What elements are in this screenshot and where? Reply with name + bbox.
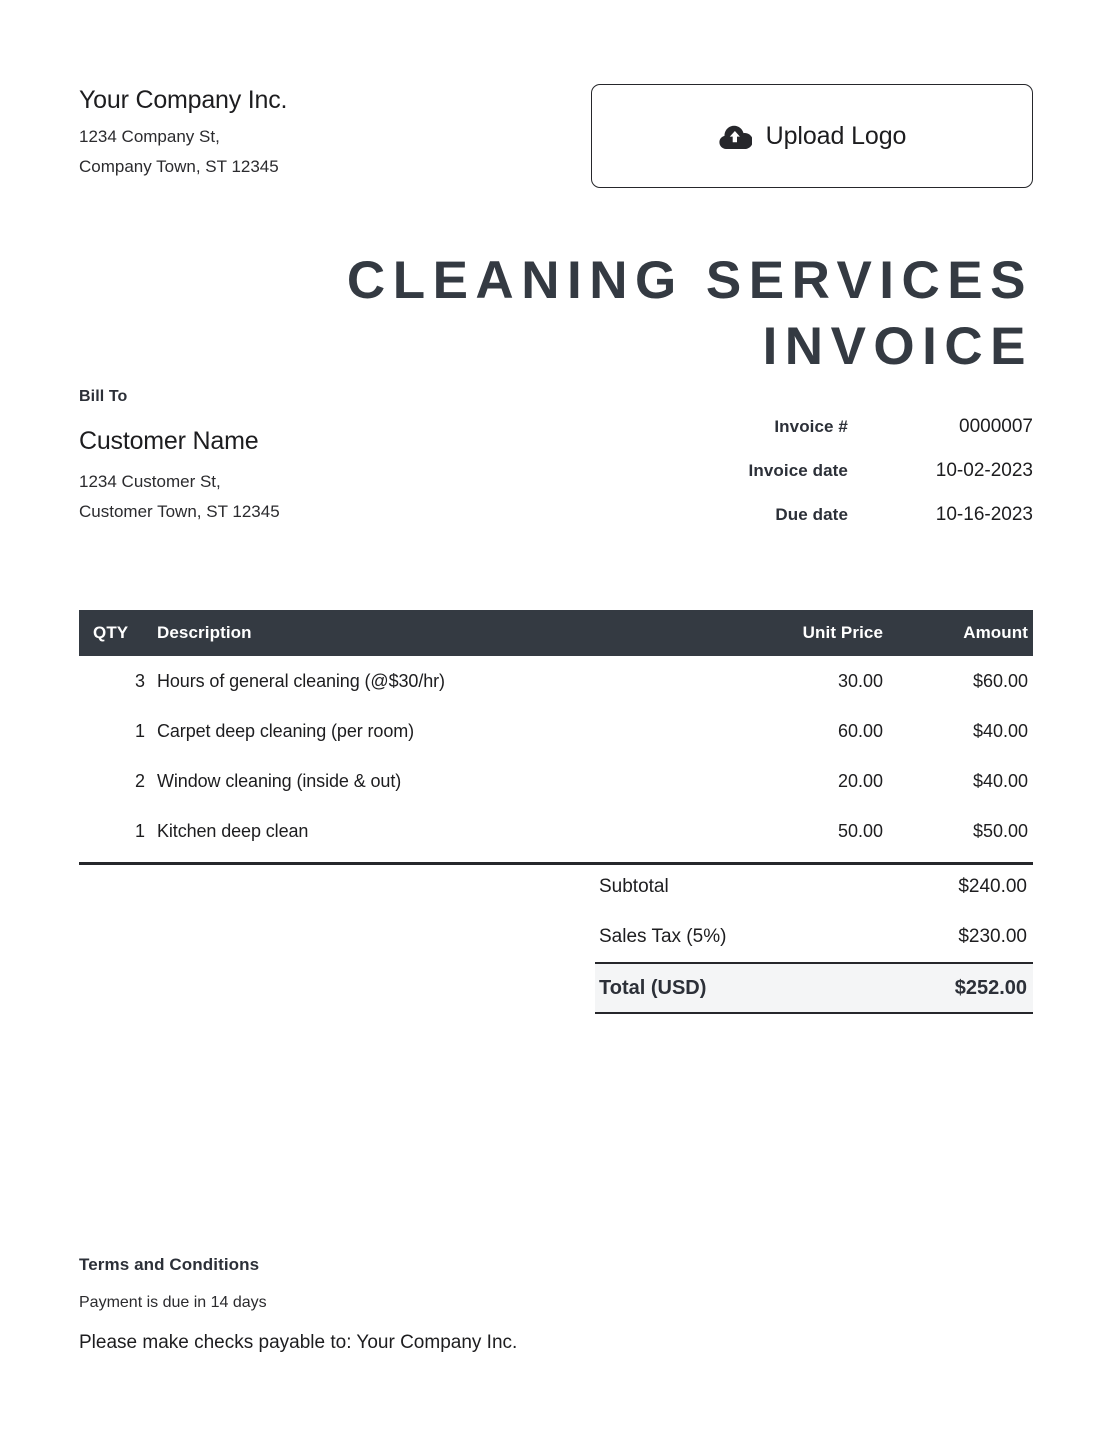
- invoice-date-label: Invoice date: [748, 461, 848, 480]
- upload-logo-label: Upload Logo: [765, 121, 907, 150]
- customer-address: 1234 Customer St, Customer Town, ST 1234…: [79, 467, 549, 527]
- subtotal-value: $240.00: [958, 876, 1027, 897]
- header-qty: QTY: [93, 623, 129, 642]
- row-unit-price: 50.00: [837, 820, 883, 841]
- table-row: 1 Kitchen deep clean 50.00 $50.00: [79, 806, 1033, 856]
- page-title: CLEANING SERVICES INVOICE: [346, 251, 1033, 376]
- header-amount: Amount: [963, 623, 1028, 642]
- due-date-row: Due date 10-16-2023: [613, 504, 1033, 548]
- row-qty: 1: [134, 820, 145, 841]
- invoice-number-value: 0000007: [959, 416, 1033, 437]
- grand-total-row: Total (USD) $252.00: [595, 962, 1033, 1014]
- grand-total-label: Total (USD): [599, 976, 707, 999]
- terms-line-1: Payment is due in 14 days: [79, 1294, 267, 1311]
- totals-section: Subtotal $240.00 Sales Tax (5%) $230.00 …: [595, 862, 1033, 1014]
- invoice-date-value: 10-02-2023: [935, 460, 1033, 481]
- invoice-date-row: Invoice date 10-02-2023: [613, 460, 1033, 504]
- invoice-meta: Invoice # 0000007 Invoice date 10-02-202…: [613, 416, 1033, 548]
- company-address: 1234 Company St, Company Town, ST 12345: [79, 122, 287, 182]
- bill-to-section: Bill To Customer Name 1234 Customer St, …: [79, 388, 549, 527]
- terms-section: Terms and Conditions Payment is due in 1…: [79, 1255, 779, 1354]
- row-amount: $50.00: [972, 820, 1028, 841]
- subtotal-label: Subtotal: [599, 876, 669, 897]
- row-description: Kitchen deep clean: [157, 820, 309, 841]
- due-date-value: 10-16-2023: [935, 504, 1033, 525]
- company-info: Your Company Inc. 1234 Company St, Compa…: [79, 84, 287, 182]
- sales-tax-row: Sales Tax (5%) $230.00: [595, 912, 1033, 962]
- header-description: Description: [157, 623, 252, 642]
- row-unit-price: 20.00: [837, 770, 883, 791]
- table-header-row: QTY Description Unit Price Amount: [79, 610, 1033, 656]
- row-amount: $40.00: [972, 720, 1028, 741]
- table-row: 2 Window cleaning (inside & out) 20.00 $…: [79, 756, 1033, 806]
- row-qty: 1: [134, 720, 145, 741]
- company-address-line-1: 1234 Company St,: [79, 127, 220, 146]
- row-qty: 3: [134, 670, 145, 691]
- upload-logo-button[interactable]: Upload Logo: [591, 84, 1033, 188]
- row-unit-price: 60.00: [837, 720, 883, 741]
- row-description: Hours of general cleaning (@$30/hr): [157, 670, 445, 691]
- invoice-number-label: Invoice #: [774, 417, 848, 436]
- terms-line-2: Please make checks payable to: Your Comp…: [79, 1332, 518, 1353]
- invoice-page: Your Company Inc. 1234 Company St, Compa…: [0, 0, 1110, 1436]
- cloud-upload-icon: [719, 125, 752, 149]
- invoice-number-row: Invoice # 0000007: [613, 416, 1033, 460]
- due-date-label: Due date: [775, 505, 848, 524]
- invoice-content: Your Company Inc. 1234 Company St, Compa…: [79, 0, 1033, 1436]
- row-description: Carpet deep cleaning (per room): [157, 720, 415, 741]
- customer-address-line-1: 1234 Customer St,: [79, 472, 221, 491]
- grand-total-value: $252.00: [954, 976, 1027, 999]
- terms-title: Terms and Conditions: [79, 1255, 260, 1274]
- invoice-header: Your Company Inc. 1234 Company St, Compa…: [79, 84, 1033, 188]
- row-description: Window cleaning (inside & out): [157, 770, 402, 791]
- row-amount: $60.00: [972, 670, 1028, 691]
- row-unit-price: 30.00: [837, 670, 883, 691]
- subtotal-row: Subtotal $240.00: [595, 862, 1033, 912]
- customer-address-line-2: Customer Town, ST 12345: [79, 502, 280, 521]
- bill-to-label: Bill To: [79, 388, 128, 405]
- sales-tax-label: Sales Tax (5%): [599, 926, 727, 947]
- company-address-line-2: Company Town, ST 12345: [79, 157, 279, 176]
- line-items-table: QTY Description Unit Price Amount 3 Hour…: [79, 610, 1033, 865]
- table-row: 1 Carpet deep cleaning (per room) 60.00 …: [79, 706, 1033, 756]
- customer-name: Customer Name: [79, 427, 259, 455]
- row-amount: $40.00: [972, 770, 1028, 791]
- row-qty: 2: [134, 770, 145, 791]
- header-unit-price: Unit Price: [802, 623, 883, 642]
- sales-tax-value: $230.00: [958, 926, 1027, 947]
- table-row: 3 Hours of general cleaning (@$30/hr) 30…: [79, 656, 1033, 706]
- company-name: Your Company Inc.: [79, 86, 288, 114]
